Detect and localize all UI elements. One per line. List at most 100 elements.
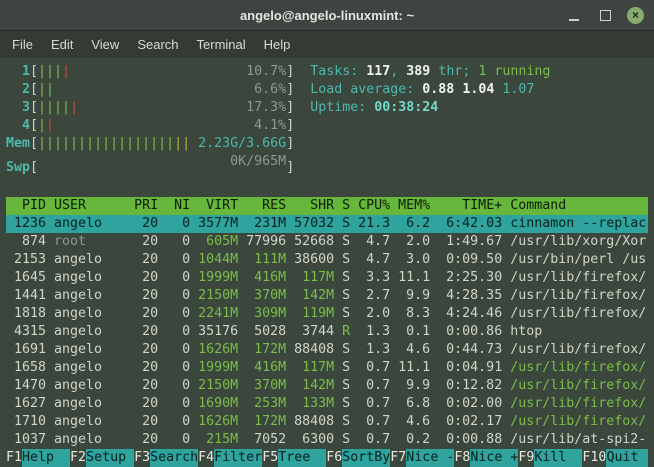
process-row-1236[interactable]: 1236 angelo 20 0 3577M 231M 57032 S 21.3 6.2 6:42.… <box>6 215 648 233</box>
fkey-action-label: Setup <box>86 449 135 467</box>
cell-pid: 874 <box>21 234 47 249</box>
fkey-action-label: Nice + <box>470 449 519 467</box>
cell-user: angelo <box>54 324 103 339</box>
cell-res: 77996 <box>246 234 287 249</box>
process-row-1691[interactable]: 1691 angelo 20 0 1626M 172M 88408 S 1.3 4.6 0:44.7… <box>6 341 648 359</box>
process-row-4315[interactable]: 4315 angelo 20 0 35176 5028 3744 R 1.3 0.1 0:00.86… <box>6 323 648 341</box>
process-row-874[interactable]: 874 root 20 0 605M 77996 52668 S 4.7 2.0 1:49.67/u… <box>6 233 648 251</box>
fkey-sortby[interactable]: F6SortBy <box>326 449 390 467</box>
cpu3-meter-label: 3 <box>22 100 31 115</box>
menu-help[interactable]: Help <box>256 34 299 55</box>
fkey-search[interactable]: F3Search <box>134 449 198 467</box>
cell-shr: 6300 <box>302 432 335 447</box>
cell-user: root <box>54 234 87 249</box>
htop-header-area: 1[|||| 10.7%] 2[|| 6.6%] 3[||||| 17.3%] 4[|| 4.… <box>6 63 648 175</box>
minimize-button[interactable] <box>565 6 583 24</box>
fkey-number: F4 <box>198 450 215 465</box>
menu-edit[interactable]: Edit <box>43 34 81 55</box>
cell-res: 253M <box>254 396 287 411</box>
cpu1-meter-label: 1 <box>22 64 31 79</box>
cell-mem: 9.9 <box>406 378 431 393</box>
cell-ni: 0 <box>182 234 191 249</box>
cell-res: 309M <box>254 306 287 321</box>
cell-virt: 35176 <box>198 324 239 339</box>
process-row-1470[interactable]: 1470 angelo 20 0 2150M 370M 142M S 0.7 9.9 0:12.82… <box>6 377 648 395</box>
close-button[interactable]: × <box>627 6 644 24</box>
menu-file[interactable]: File <box>4 34 41 55</box>
fkey-tree[interactable]: F5Tree <box>262 449 327 467</box>
column-header-s[interactable]: S <box>342 197 350 215</box>
cell-res: 7052 <box>254 432 287 447</box>
fkey-action-label: Tree <box>278 449 327 467</box>
fkey-number: F5 <box>262 450 279 465</box>
column-header-time[interactable]: TIME+ <box>438 197 502 215</box>
fkey-setup[interactable]: F2Setup <box>70 449 135 467</box>
cell-virt: 1044M <box>198 252 239 267</box>
cell-time: 0:02.00 <box>446 396 503 411</box>
column-header-ni[interactable]: NI <box>166 197 190 215</box>
fkey-filter[interactable]: F4Filter <box>198 449 262 467</box>
column-header-shr[interactable]: SHR <box>294 197 334 215</box>
fkey-nice[interactable]: F8Nice + <box>454 449 518 467</box>
cell-mem: 6.2 <box>406 216 431 231</box>
process-row-1658[interactable]: 1658 angelo 20 0 1999M 416M 117M S 0.7 11.1 0:04.9… <box>6 359 648 377</box>
cell-user: angelo <box>54 288 103 303</box>
cell-res: 5028 <box>254 324 287 339</box>
process-row-1645[interactable]: 1645 angelo 20 0 1999M 416M 117M S 3.3 11.1 2:25.3… <box>6 269 648 287</box>
cpu3-meter-bar: ||||| 17.3% <box>38 100 287 115</box>
process-row-1627[interactable]: 1627 angelo 20 0 1690M 253M 133M S 0.7 6.8 0:02.00… <box>6 395 648 413</box>
cell-s: S <box>342 288 351 303</box>
terminal-content[interactable]: 1[|||| 10.7%] 2[|| 6.6%] 3[||||| 17.3%] 4[|| 4.… <box>0 58 654 467</box>
column-header-mem[interactable]: MEM% <box>398 197 430 215</box>
cell-pid: 4315 <box>13 324 47 339</box>
cell-pri: 20 <box>142 378 159 393</box>
cell-shr: 38600 <box>294 252 335 267</box>
process-row-1441[interactable]: 1441 angelo 20 0 2150M 370M 142M S 2.7 9.9 4:28.35… <box>6 287 648 305</box>
process-row-1818[interactable]: 1818 angelo 20 0 2241M 309M 119M S 2.0 8.3 4:24.46… <box>6 305 648 323</box>
cpu3-meter: 3[||||| 17.3%] <box>6 99 294 117</box>
cell-ni: 0 <box>182 324 191 339</box>
cell-pri: 20 <box>142 324 159 339</box>
cell-res: 172M <box>254 414 287 429</box>
system-info-column: Tasks: 117, 389 thr; 1 running Load avera… <box>310 63 550 171</box>
column-header-cpu[interactable]: CPU% <box>358 197 390 215</box>
cell-virt: 1999M <box>198 270 239 285</box>
cell-cmd: /usr/lib/firefox/ <box>510 342 647 357</box>
cell-pid: 1470 <box>13 378 47 393</box>
menu-terminal[interactable]: Terminal <box>189 34 254 55</box>
menu-view[interactable]: View <box>83 34 127 55</box>
cell-pri: 20 <box>142 342 159 357</box>
cell-user: angelo <box>54 360 103 375</box>
process-row-1037[interactable]: 1037 angelo 20 0 215M 7052 6300 S 0.7 0.2 0:00.88 /… <box>6 431 648 449</box>
fkey-kill[interactable]: F9Kill <box>518 449 583 467</box>
cell-ni: 0 <box>182 252 191 267</box>
fkey-nice[interactable]: F7Nice - <box>390 449 454 467</box>
cell-pid: 1627 <box>13 396 47 411</box>
cell-shr: 57032 <box>294 216 335 231</box>
cpu4-meter: 4[|| 4.1%] <box>6 117 294 135</box>
column-header-cmd[interactable]: Command <box>510 197 648 215</box>
process-table-body: 1236 angelo 20 0 3577M 231M 57032 S 21.3 6.2 6:42.… <box>6 215 648 449</box>
fkey-number: F1 <box>6 450 23 465</box>
menu-search[interactable]: Search <box>129 34 186 55</box>
cell-cmd: /usr/lib/xorg/Xor <box>510 234 647 249</box>
cell-shr: 133M <box>302 396 335 411</box>
cell-pid: 1691 <box>13 342 47 357</box>
cell-virt: 1690M <box>198 396 239 411</box>
maximize-button[interactable] <box>596 6 614 24</box>
fkey-action-label: Nice - <box>406 449 455 467</box>
fkey-help[interactable]: F1Help <box>6 449 71 467</box>
fkey-quit[interactable]: F10Quit <box>582 449 648 467</box>
column-header-res[interactable]: RES <box>246 197 286 215</box>
cell-res: 416M <box>254 360 287 375</box>
cpu4-meter-label: 4 <box>22 118 31 133</box>
process-row-2153[interactable]: 2153 angelo 20 0 1044M 111M 38600 S 4.7 3.0 0:09.5… <box>6 251 648 269</box>
column-header-user[interactable]: USER <box>54 197 126 215</box>
cell-cmd: cinnamon --replac <box>510 216 647 231</box>
cell-cpu: 0.7 <box>366 396 391 411</box>
column-header-pid[interactable]: PID <box>6 197 46 215</box>
process-row-1710[interactable]: 1710 angelo 20 0 1626M 172M 88408 S 0.7 4.6 0:02.1… <box>6 413 648 431</box>
column-header-virt[interactable]: VIRT <box>198 197 238 215</box>
column-header-pri[interactable]: PRI <box>134 197 158 215</box>
cell-mem: 0.2 <box>406 432 431 447</box>
